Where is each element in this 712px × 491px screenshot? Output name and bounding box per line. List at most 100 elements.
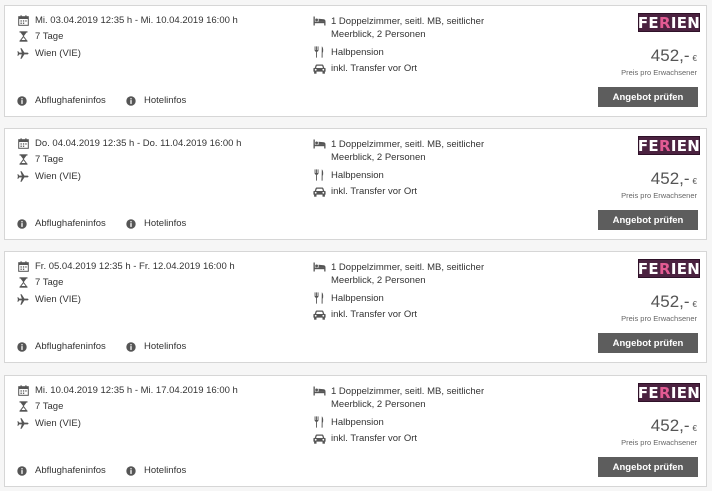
- price-currency: €: [692, 54, 697, 63]
- airport-info-label: Abflughafeninfos: [35, 465, 106, 476]
- departure-airport: Wien (VIE): [35, 48, 81, 59]
- bed-icon: [312, 262, 326, 272]
- price-amount: 452,-: [650, 292, 690, 311]
- price-note: Preis pro Erwachsener: [621, 68, 697, 77]
- calendar-icon: [16, 15, 30, 26]
- board-row: Halbpension: [312, 46, 384, 58]
- hourglass-icon: [16, 401, 30, 412]
- hotel-info-label: Hotelinfos: [144, 465, 187, 476]
- transfer-row: inkl. Transfer vor Ort: [312, 433, 417, 444]
- check-offer-button[interactable]: Angebot prüfen: [598, 210, 698, 230]
- offer-card: Fr. 05.04.2019 12:35 h - Fr. 12.04.2019 …: [4, 251, 707, 363]
- hotel-info-link[interactable]: Hotelinfos: [124, 465, 186, 476]
- room-line-2: Meerblick, 2 Personen: [331, 399, 426, 410]
- logo-text-accent: R: [658, 383, 671, 402]
- transfer: inkl. Transfer vor Ort: [331, 186, 418, 197]
- airport-row: Wien (VIE): [16, 171, 81, 182]
- room-line-2: Meerblick, 2 Personen: [331, 152, 426, 163]
- travel-dates-row: Mi. 10.04.2019 12:35 h - Mi. 17.04.2019 …: [16, 385, 238, 396]
- duration-row: 7 Tage: [16, 154, 63, 165]
- board-type: Halbpension: [331, 416, 384, 428]
- logo-text-accent: R: [658, 13, 671, 32]
- hotel-info-label: Hotelinfos: [144, 218, 187, 229]
- check-offer-button[interactable]: Angebot prüfen: [598, 457, 698, 477]
- logo-text-end: IEN: [670, 259, 701, 278]
- hotel-info-label: Hotelinfos: [144, 341, 187, 352]
- ferien-logo: FE R IEN: [638, 259, 700, 278]
- bed-icon: [312, 16, 326, 26]
- logo-text-accent: R: [658, 259, 671, 278]
- hotel-info-label: Hotelinfos: [144, 95, 187, 106]
- hotel-info-link[interactable]: Hotelinfos: [124, 341, 186, 352]
- cutlery-icon: [312, 169, 326, 181]
- info-icon: [15, 95, 29, 106]
- check-offer-button[interactable]: Angebot prüfen: [598, 333, 698, 353]
- departure-airport: Wien (VIE): [35, 171, 81, 182]
- travel-dates: Mi. 10.04.2019 12:35 h - Mi. 17.04.2019 …: [35, 385, 238, 396]
- hotel-info-link[interactable]: Hotelinfos: [124, 95, 186, 106]
- info-icon: [15, 465, 29, 476]
- info-icon: [124, 341, 138, 352]
- info-icon: [124, 95, 138, 106]
- room-description: 1 Doppelzimmer, seitl. MB, seitlicher Me…: [331, 385, 506, 411]
- cutlery-icon: [312, 46, 326, 58]
- board-type: Halbpension: [331, 292, 384, 304]
- info-icon: [15, 341, 29, 352]
- airport-info-label: Abflughafeninfos: [35, 218, 106, 229]
- car-icon: [312, 187, 326, 197]
- ferien-logo: FE R IEN: [638, 383, 700, 402]
- plane-icon: [16, 294, 30, 305]
- transfer: inkl. Transfer vor Ort: [331, 433, 418, 444]
- offer-card: Mi. 10.04.2019 12:35 h - Mi. 17.04.2019 …: [4, 375, 707, 487]
- room-line-1: 1 Doppelzimmer, seitl. MB, seitlicher: [331, 16, 485, 27]
- ferien-logo: FE R IEN: [638, 136, 700, 155]
- room-row: 1 Doppelzimmer, seitl. MB, seitlicher Me…: [312, 385, 506, 411]
- price: 452,- €: [651, 169, 697, 189]
- departure-airport: Wien (VIE): [35, 294, 81, 305]
- room-description: 1 Doppelzimmer, seitl. MB, seitlicher Me…: [331, 15, 506, 41]
- price-currency: €: [692, 424, 697, 433]
- price-note: Preis pro Erwachsener: [621, 191, 697, 200]
- price-note: Preis pro Erwachsener: [621, 314, 697, 323]
- travel-dates: Do. 04.04.2019 12:35 h - Do. 11.04.2019 …: [35, 138, 242, 149]
- room-line-2: Meerblick, 2 Personen: [331, 29, 426, 40]
- calendar-icon: [16, 261, 30, 272]
- airport-row: Wien (VIE): [16, 294, 81, 305]
- offer-list: Mi. 03.04.2019 12:35 h - Mi. 10.04.2019 …: [0, 0, 712, 491]
- room-line-1: 1 Doppelzimmer, seitl. MB, seitlicher: [331, 386, 485, 397]
- room-row: 1 Doppelzimmer, seitl. MB, seitlicher Me…: [312, 15, 506, 41]
- bed-icon: [312, 386, 326, 396]
- airport-info-link[interactable]: Abflughafeninfos: [15, 218, 106, 229]
- transfer-row: inkl. Transfer vor Ort: [312, 309, 417, 320]
- room-row: 1 Doppelzimmer, seitl. MB, seitlicher Me…: [312, 138, 506, 164]
- transfer: inkl. Transfer vor Ort: [331, 63, 418, 74]
- travel-dates: Fr. 05.04.2019 12:35 h - Fr. 12.04.2019 …: [35, 261, 235, 272]
- car-icon: [312, 434, 326, 444]
- travel-dates: Mi. 03.04.2019 12:35 h - Mi. 10.04.2019 …: [35, 15, 238, 26]
- price: 452,- €: [651, 292, 697, 312]
- board-row: Halbpension: [312, 292, 384, 304]
- logo-text-accent: R: [658, 136, 671, 155]
- calendar-icon: [16, 385, 30, 396]
- logo-text-start: FE: [637, 13, 659, 32]
- price: 452,- €: [651, 416, 697, 436]
- hotel-info-link[interactable]: Hotelinfos: [124, 218, 186, 229]
- duration: 7 Tage: [35, 401, 64, 412]
- info-icon: [124, 465, 138, 476]
- check-offer-button[interactable]: Angebot prüfen: [598, 87, 698, 107]
- travel-dates-row: Mi. 03.04.2019 12:35 h - Mi. 10.04.2019 …: [16, 15, 238, 26]
- airport-info-link[interactable]: Abflughafeninfos: [15, 95, 106, 106]
- duration-row: 7 Tage: [16, 401, 63, 412]
- departure-airport: Wien (VIE): [35, 418, 81, 429]
- logo-text-start: FE: [637, 136, 659, 155]
- cutlery-icon: [312, 292, 326, 304]
- ferien-logo: FE R IEN: [638, 13, 700, 32]
- plane-icon: [16, 418, 30, 429]
- airport-info-link[interactable]: Abflughafeninfos: [15, 465, 106, 476]
- price-amount: 452,-: [650, 46, 690, 65]
- car-icon: [312, 310, 326, 320]
- airport-row: Wien (VIE): [16, 418, 81, 429]
- board-type: Halbpension: [331, 169, 384, 181]
- airport-info-link[interactable]: Abflughafeninfos: [15, 341, 106, 352]
- price-currency: €: [692, 177, 697, 186]
